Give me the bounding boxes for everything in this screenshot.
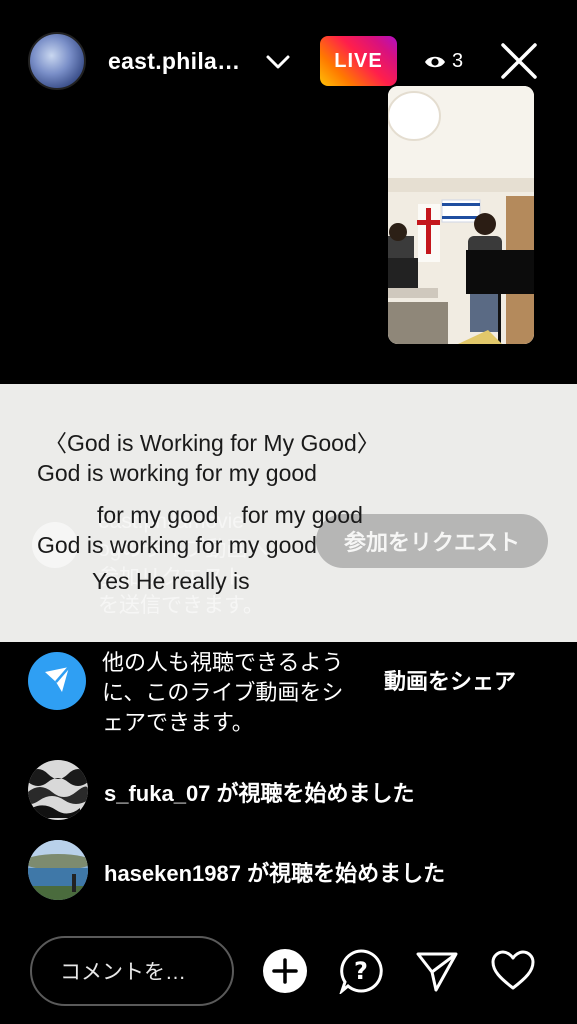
- heart-icon[interactable]: [490, 948, 536, 994]
- live-label: LIVE: [334, 49, 383, 72]
- lyrics-overlay: east.philamovie ogのライブ動画へ 参加リクエスト を送信できま…: [0, 384, 577, 642]
- host-username[interactable]: east.phila…: [108, 48, 240, 75]
- lyric-line-1: God is working for my good: [37, 460, 317, 486]
- host-avatar[interactable]: [28, 32, 86, 90]
- eye-icon: [425, 56, 445, 67]
- viewer-count-number: 3: [452, 50, 464, 72]
- avatar-image: [28, 760, 88, 820]
- guest-video[interactable]: [388, 86, 534, 344]
- avatar-image: [28, 840, 88, 900]
- lyric-line-3: God is working for my good: [37, 532, 317, 558]
- comment-item: s_fuka_07 が視聴を始めました: [28, 760, 548, 820]
- viewer-count[interactable]: 3: [424, 50, 463, 73]
- close-icon[interactable]: [500, 42, 538, 80]
- lyric-title: 〈God is Working for My Good〉: [44, 430, 380, 456]
- share-video-button[interactable]: 動画をシェア: [384, 664, 516, 696]
- chevron-down-icon[interactable]: [264, 50, 292, 74]
- lyric-line-4: Yes He really is: [92, 568, 250, 594]
- lyric-line-2: for my good for my good: [97, 502, 363, 528]
- comment-input[interactable]: コメントを…: [30, 936, 234, 1006]
- send-icon: [45, 666, 70, 692]
- avatar[interactable]: [28, 840, 88, 900]
- share-suggestion-text: 他の人も視聴できるように、このライブ動画をシェアできます。: [102, 650, 344, 735]
- share-suggestion-icon: [28, 652, 86, 710]
- live-badge: LIVE: [320, 36, 397, 86]
- comment-input-placeholder: コメントを…: [60, 961, 186, 984]
- add-icon[interactable]: [262, 948, 308, 994]
- lyrics-text: 〈God is Working for My Good〉 God is work…: [0, 384, 577, 642]
- comment-text: s_fuka_07 が視聴を始めました: [104, 781, 415, 806]
- direct-share-icon[interactable]: [414, 948, 460, 994]
- comment-item: haseken1987 が視聴を始めました: [28, 840, 548, 900]
- comment-text: haseken1987 が視聴を始めました: [104, 861, 446, 886]
- avatar[interactable]: [28, 760, 88, 820]
- svg-text:?: ?: [354, 957, 368, 985]
- question-icon[interactable]: ?: [338, 948, 384, 994]
- guest-video-scene: [388, 86, 534, 344]
